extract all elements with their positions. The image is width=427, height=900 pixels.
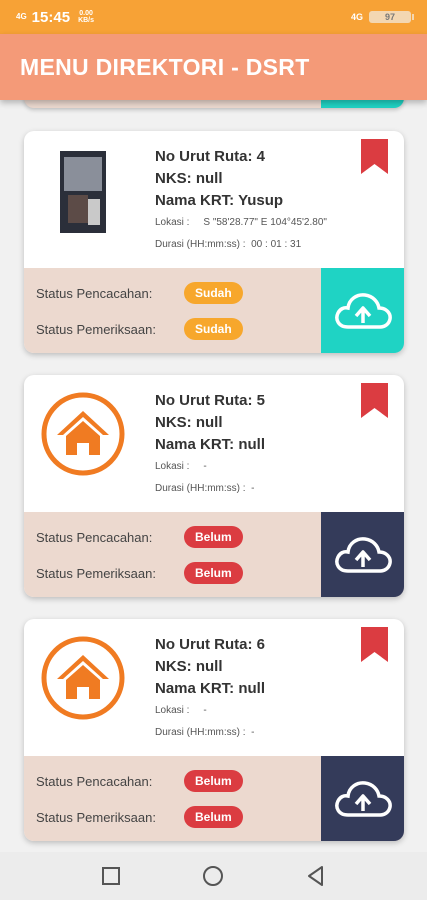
upload-button[interactable] <box>321 512 404 597</box>
status-pencacahan-row: Status Pencacahan: Sudah <box>36 281 243 305</box>
status-pemeriksaan-row: Status Pemeriksaan: Belum <box>36 561 243 585</box>
nama-krt: Nama KRT: null <box>155 436 266 453</box>
square-recents-icon <box>102 867 121 885</box>
upload-button[interactable] <box>321 268 404 353</box>
no-urut-ruta: No Urut Ruta: 6 <box>155 636 265 653</box>
durasi-value: 00 : 01 : 31 <box>251 239 302 250</box>
nama-krt: Nama KRT: Yusup <box>155 192 284 209</box>
lokasi-line: Lokasi : S "58'28.77" E 104°45'2.80" <box>155 212 364 234</box>
battery-icon: 97 <box>369 11 414 23</box>
status-badge: Belum <box>184 562 243 584</box>
status-pencacahan-row: Status Pencacahan: Belum <box>36 525 243 549</box>
lokasi-label: Lokasi : <box>155 705 190 716</box>
durasi-label: Durasi (HH:mm:ss) : <box>155 727 246 738</box>
card-status-panel: Status Pencacahan: Sudah Status Pemeriks… <box>24 268 404 353</box>
household-info: No Urut Ruta: 6 NKS: null Nama KRT: null… <box>155 634 364 744</box>
household-card[interactable]: No Urut Ruta: 4 NKS: null Nama KRT: Yusu… <box>24 131 404 353</box>
status-pencacahan-row: Status Pencacahan: Belum <box>36 769 243 793</box>
card-header: No Urut Ruta: 6 NKS: null Nama KRT: null… <box>24 619 404 756</box>
house-icon <box>41 392 125 476</box>
app-bar: MENU DIREKTORI - DSRT <box>0 34 427 100</box>
bookmark-icon[interactable] <box>361 627 388 662</box>
status-pemeriksaan-label: Status Pemeriksaan: <box>36 321 156 337</box>
household-card[interactable]: No Urut Ruta: 5 NKS: null Nama KRT: null… <box>24 375 404 597</box>
durasi-line: Durasi (HH:mm:ss) : - <box>155 478 364 500</box>
status-pemeriksaan-row: Status Pemeriksaan: Sudah <box>36 317 243 341</box>
household-info: No Urut Ruta: 5 NKS: null Nama KRT: null… <box>155 390 364 500</box>
card-status-panel: Status Pencacahan: Belum Status Pemeriks… <box>24 756 404 841</box>
bookmark-icon[interactable] <box>361 139 388 174</box>
lokasi-value: S "58'28.77" E 104°45'2.80" <box>203 217 327 228</box>
cloud-upload-icon <box>334 780 392 817</box>
lokasi-line: Lokasi : - <box>155 700 364 722</box>
lokasi-value: - <box>203 705 207 716</box>
lokasi-value: - <box>203 461 207 472</box>
lokasi-label: Lokasi : <box>155 217 190 228</box>
status-pencacahan-label: Status Pencacahan: <box>36 529 153 545</box>
status-badge: Belum <box>184 770 243 792</box>
durasi-label: Durasi (HH:mm:ss) : <box>155 483 246 494</box>
durasi-value: - <box>251 483 255 494</box>
household-photo[interactable] <box>60 151 106 233</box>
durasi-value: - <box>251 727 255 738</box>
network-indicator: 4G <box>16 12 27 21</box>
lokasi-line: Lokasi : - <box>155 456 364 478</box>
cloud-upload-icon <box>334 536 392 573</box>
network-indicator-right: 4G <box>350 12 363 22</box>
household-info: No Urut Ruta: 4 NKS: null Nama KRT: Yusu… <box>155 146 364 256</box>
clock: 15:45 <box>31 8 71 26</box>
nks: NKS: null <box>155 170 223 187</box>
nks: NKS: null <box>155 658 223 675</box>
cloud-upload-icon <box>334 292 392 329</box>
status-badge: Sudah <box>184 318 243 340</box>
system-nav-bar <box>0 852 427 900</box>
lokasi-label: Lokasi : <box>155 461 190 472</box>
back-button[interactable] <box>301 861 331 891</box>
bookmark-icon[interactable] <box>361 383 388 418</box>
card-header: No Urut Ruta: 4 NKS: null Nama KRT: Yusu… <box>24 131 404 268</box>
triangle-back-icon <box>307 866 323 886</box>
status-pencacahan-label: Status Pencacahan: <box>36 773 153 789</box>
durasi-line: Durasi (HH:mm:ss) : 00 : 01 : 31 <box>155 234 364 256</box>
status-pemeriksaan-label: Status Pemeriksaan: <box>36 809 156 825</box>
household-card[interactable]: No Urut Ruta: 6 NKS: null Nama KRT: null… <box>24 619 404 841</box>
house-icon <box>41 636 125 720</box>
no-urut-ruta: No Urut Ruta: 4 <box>155 148 265 165</box>
status-bar: 4G 15:45 0.00 KB/s 4G 97 <box>0 0 427 34</box>
nks: NKS: null <box>155 414 223 431</box>
card-status-panel: Status Pencacahan: Belum Status Pemeriks… <box>24 512 404 597</box>
status-pemeriksaan-label: Status Pemeriksaan: <box>36 565 156 581</box>
page-title: MENU DIREKTORI - DSRT <box>20 53 310 80</box>
status-pencacahan-label: Status Pencacahan: <box>36 285 153 301</box>
durasi-label: Durasi (HH:mm:ss) : <box>155 239 246 250</box>
circle-home-icon <box>203 866 224 886</box>
status-badge: Belum <box>184 526 243 548</box>
no-urut-ruta: No Urut Ruta: 5 <box>155 392 265 409</box>
network-speed: 0.00 KB/s <box>78 10 95 24</box>
durasi-line: Durasi (HH:mm:ss) : - <box>155 722 364 744</box>
card-header: No Urut Ruta: 5 NKS: null Nama KRT: null… <box>24 375 404 512</box>
status-pemeriksaan-row: Status Pemeriksaan: Belum <box>36 805 243 829</box>
home-button[interactable] <box>198 861 228 891</box>
status-badge: Sudah <box>184 282 243 304</box>
nama-krt: Nama KRT: null <box>155 680 266 697</box>
status-badge: Belum <box>184 806 243 828</box>
upload-button[interactable] <box>321 756 404 841</box>
recents-button[interactable] <box>96 861 126 891</box>
